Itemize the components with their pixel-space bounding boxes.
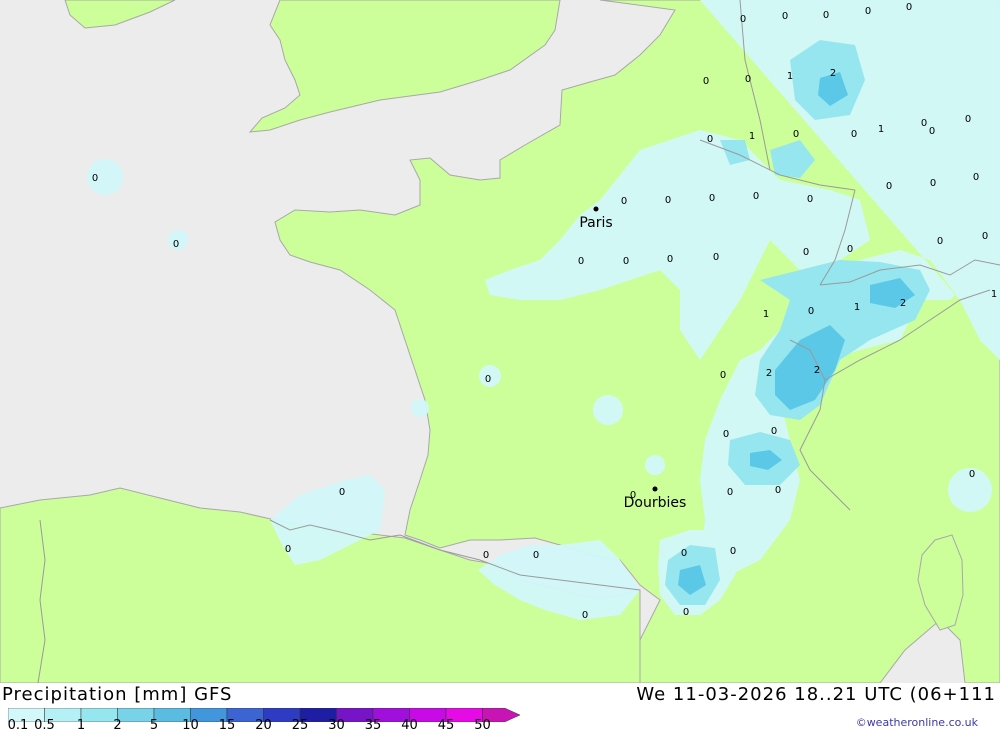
legend-label: 30 xyxy=(328,718,345,733)
precip-value-label: 0 xyxy=(92,173,98,184)
precip-value-label: 0 xyxy=(753,191,759,202)
precip-value-label: 1 xyxy=(749,131,755,142)
precip-spot-4 xyxy=(593,395,623,425)
city-label-paris: Paris xyxy=(579,215,612,231)
precipitation-map: 0000020010011000000000000000001012122000… xyxy=(0,0,1000,684)
legend-label: 2 xyxy=(113,718,122,733)
precip-value-label: 0 xyxy=(823,10,829,21)
precip-value-label: 0 xyxy=(683,607,689,618)
precip-value-label: 0 xyxy=(681,548,687,559)
legend-label: 25 xyxy=(291,718,309,733)
city-label-dourbies: Dourbies xyxy=(624,495,687,511)
precip-value-label: 0 xyxy=(707,134,713,145)
precip-value-label: 1 xyxy=(787,71,793,82)
precip-value-label: 0 xyxy=(808,306,814,317)
precip-value-label: 0 xyxy=(930,178,936,189)
precip-value-label: 0 xyxy=(921,118,927,129)
legend-label: 15 xyxy=(218,718,236,733)
precip-value-label: 0 xyxy=(969,469,975,480)
legend-label: 50 xyxy=(474,718,491,733)
precip-value-label: 1 xyxy=(763,309,769,320)
precip-spot-6 xyxy=(645,455,665,475)
legend-label: 40 xyxy=(401,718,418,733)
legend-label: 0.5 xyxy=(34,718,55,733)
city-marker-dourbies xyxy=(652,486,658,492)
precip-value-label: 0 xyxy=(665,195,671,206)
precip-value-label: 0 xyxy=(865,6,871,17)
precip-value-label: 0 xyxy=(886,181,892,192)
precip-value-label: 0 xyxy=(973,172,979,183)
precip-value-label: 0 xyxy=(745,74,751,85)
precip-value-label: 0 xyxy=(965,114,971,125)
precip-value-label: 1 xyxy=(991,289,997,300)
precip-value-label: 2 xyxy=(900,298,906,309)
precip-value-label: 0 xyxy=(929,126,935,137)
footer-bar: Precipitation [mm] GFS We 11-03-2026 18.… xyxy=(0,683,1000,733)
precip-value-label: 0 xyxy=(803,247,809,258)
precip-value-label: 0 xyxy=(623,256,629,267)
precip-spot-5 xyxy=(411,399,429,417)
precip-value-label: 0 xyxy=(533,550,539,561)
precip-value-label: 0 xyxy=(485,374,491,385)
precip-value-label: 0 xyxy=(851,129,857,140)
precip-value-label: 0 xyxy=(771,426,777,437)
precip-value-label: 0 xyxy=(285,544,291,555)
precip-value-label: 0 xyxy=(582,610,588,621)
legend-label: 10 xyxy=(182,718,199,733)
precip-value-label: 0 xyxy=(730,546,736,557)
city-marker-paris xyxy=(593,206,599,212)
legend-label: 45 xyxy=(437,718,455,733)
precip-value-label: 0 xyxy=(339,487,345,498)
precip-value-label: 0 xyxy=(807,194,813,205)
precip-value-label: 2 xyxy=(830,68,836,79)
legend-label: 20 xyxy=(255,718,272,733)
run-info: We 11-03-2026 18..21 UTC (06+111 xyxy=(636,684,996,705)
legend-label: 0.1 xyxy=(7,718,29,733)
legend-color-box xyxy=(117,707,155,723)
legend-label: 5 xyxy=(149,718,159,733)
precip-value-label: 0 xyxy=(775,485,781,496)
precip-value-label: 0 xyxy=(937,236,943,247)
map-title: Precipitation [mm] GFS xyxy=(2,684,233,705)
precip-value-label: 0 xyxy=(982,231,988,242)
legend-label: 35 xyxy=(364,718,382,733)
precip-value-label: 0 xyxy=(621,196,627,207)
precip-value-label: 0 xyxy=(667,254,673,265)
precip-value-label: 0 xyxy=(906,2,912,13)
precip-value-label: 0 xyxy=(793,129,799,140)
precip-value-label: 1 xyxy=(878,124,884,135)
precip-value-label: 0 xyxy=(173,239,179,250)
precip-value-label: 0 xyxy=(483,550,489,561)
legend-label: 1 xyxy=(76,718,86,733)
precip-value-label: 0 xyxy=(713,252,719,263)
precip-value-label: 0 xyxy=(578,256,584,267)
precip-value-label: 0 xyxy=(847,244,853,255)
precip-value-label: 2 xyxy=(814,365,820,376)
precip-value-label: 0 xyxy=(723,429,729,440)
precip-value-label: 0 xyxy=(740,14,746,25)
precip-value-label: 2 xyxy=(766,368,772,379)
credit-link[interactable]: ©weatheronline.co.uk xyxy=(856,716,978,729)
precip-value-label: 1 xyxy=(854,302,860,313)
precip-value-label: 0 xyxy=(709,193,715,204)
precip-value-label: 0 xyxy=(720,370,726,381)
precip-value-label: 0 xyxy=(782,11,788,22)
legend-color-box xyxy=(80,707,118,723)
precip-value-label: 0 xyxy=(727,487,733,498)
precip-value-label: 0 xyxy=(703,76,709,87)
